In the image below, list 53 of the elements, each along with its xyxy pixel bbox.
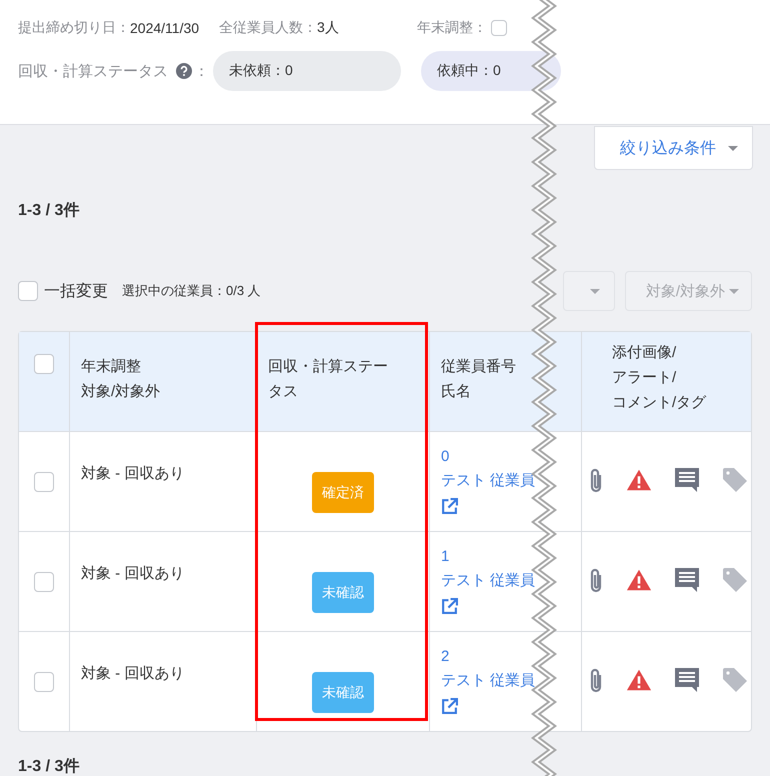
deadline-label: 提出締め切り日：	[18, 19, 130, 37]
warning-icon[interactable]	[626, 567, 652, 593]
status-pill[interactable]: 依頼中：0	[421, 51, 561, 91]
warning-icon[interactable]	[626, 667, 652, 693]
comment-icon[interactable]	[674, 567, 700, 593]
target-cell: 対象 - 回収あり	[81, 665, 184, 682]
comment-icon[interactable]	[674, 467, 700, 493]
paperclip-icon[interactable]	[588, 467, 604, 495]
result-count: 1-3 / 3件	[18, 757, 80, 776]
target-cell: 対象 - 回収あり	[81, 565, 184, 582]
paperclip-icon[interactable]	[588, 567, 604, 595]
employee-name-link[interactable]: テスト 従業員	[441, 669, 536, 693]
status-pill[interactable]: 未依頼：0	[213, 51, 401, 91]
caret-icon	[729, 288, 739, 294]
employee-number-link[interactable]: 0	[441, 445, 450, 469]
status-badge: 未確認	[312, 572, 374, 613]
colon: ：	[194, 62, 209, 80]
employee-count-value: 3人	[317, 19, 339, 37]
help-icon[interactable]	[176, 63, 192, 79]
external-link-icon[interactable]	[441, 498, 458, 515]
row-checkbox[interactable]	[34, 672, 54, 692]
column-header: 回収・計算ステー タス	[268, 357, 388, 402]
employee-number-link[interactable]: 2	[441, 645, 450, 669]
filter-conditions-button[interactable]: 絞り込み条件	[594, 126, 753, 170]
status-badge: 確定済	[312, 472, 374, 513]
status-badge: 未確認	[312, 672, 374, 713]
status-filter-label: 回収・計算ステータス	[18, 62, 168, 80]
comment-icon[interactable]	[674, 667, 700, 693]
caret-icon	[728, 146, 738, 150]
employee-name-link[interactable]: テスト 従業員	[441, 469, 536, 493]
employee-name-link[interactable]: テスト 従業員	[441, 569, 536, 593]
paperclip-icon[interactable]	[588, 667, 604, 695]
warning-icon[interactable]	[626, 467, 652, 493]
bulk-change-label: 一括変更	[44, 282, 108, 302]
year-end-checkbox[interactable]	[490, 20, 507, 36]
employee-number-link[interactable]: 1	[441, 545, 450, 569]
external-link-icon[interactable]	[441, 598, 458, 615]
caret-icon	[590, 288, 600, 294]
column-header: 年末調整 対象/対象外	[81, 357, 160, 402]
column-header: 添付画像/ アラート/ コメント/タグ	[612, 343, 706, 413]
row-checkbox[interactable]	[34, 472, 54, 492]
target-cell: 対象 - 回収あり	[81, 465, 184, 482]
bulk-change-checkbox[interactable]	[18, 281, 38, 301]
result-count: 1-3 / 3件	[18, 201, 80, 220]
external-link-icon[interactable]	[441, 698, 458, 715]
target-toggle-button[interactable]: 対象/対象外	[624, 271, 752, 311]
row-checkbox[interactable]	[34, 572, 54, 592]
selected-employees-text: 選択中の従業員：0/3 人	[122, 282, 261, 300]
deadline-value: 2024/11/30	[130, 20, 200, 36]
employee-count-label: 全従業員人数：	[219, 19, 318, 37]
column-header: 従業員番号 氏名	[441, 357, 516, 402]
year-end-label: 年末調整：	[416, 19, 487, 37]
select-all-checkbox[interactable]	[34, 354, 54, 374]
